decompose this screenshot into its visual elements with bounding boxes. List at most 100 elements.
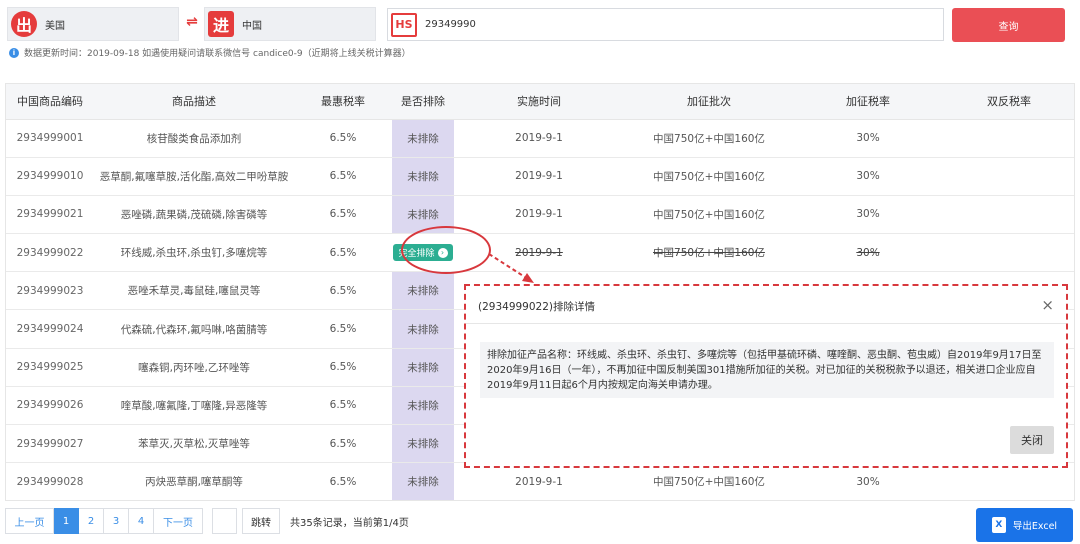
cell-mfn: 6.5% [294,119,392,158]
page-1-button[interactable]: 1 [54,508,79,534]
query-button[interactable]: 查询 [952,8,1065,42]
cell-code: 2934999024 [6,309,94,349]
cell-desc: 环线威,杀虫环,杀虫钉,多噻烷等 [94,233,294,273]
info-icon: i [9,47,19,58]
notice-text: 数据更新时间：2019-09-18 如遇使用疑问请联系微信号 candice0-… [24,49,411,59]
table-row: 2934999010 恶草酮,氟噻草胺,活化酯,高效二甲吩草胺 6.5% 未排除… [6,157,1074,196]
cell-date: 2019-9-1 [454,157,624,196]
cell-excluded: 未排除 [392,424,454,464]
cell-rate: 30% [794,195,942,235]
cell-code: 2934999025 [6,348,94,387]
page-4-button[interactable]: 4 [129,508,154,534]
cell-desc: 丙炔恶草酮,噻草酮等 [94,462,294,500]
page-3-button[interactable]: 3 [104,508,129,534]
cell-date: 2019-9-1 [454,119,624,158]
prev-page-button[interactable]: 上一页 [5,508,54,534]
table-header-row: 中国商品编码 商品描述 最惠税率 是否排除 实施时间 加征批次 加征税率 双反税… [6,84,1074,120]
table-row: 2934999028 丙炔恶草酮,噻草酮等 6.5% 未排除 2019-9-1 … [6,462,1074,500]
cell-excluded: 未排除 [392,462,454,500]
excel-icon: X [991,517,1006,533]
cell-rate: 30% [794,462,942,500]
cell-batch: 中国750亿+中国160亿 [624,157,794,196]
cell-excluded: 未排除 [392,119,454,158]
cell-code: 2934999023 [6,271,94,311]
cell-excluded: 未排除 [392,386,454,426]
cell-ad [942,462,1074,500]
cell-mfn: 6.5% [294,348,392,387]
col-header: 双反税率 [942,84,1074,120]
cell-date: 2019-9-1 [454,195,624,235]
import-badge-icon: 进 [208,11,234,37]
hs-icon: HS [391,12,417,37]
cell-ad [942,119,1074,158]
col-header: 是否排除 [392,84,454,120]
export-excel-button[interactable]: X 导出Excel [976,508,1073,542]
cell-batch: 中国750亿+中国160亿 [624,195,794,235]
col-header: 加征税率 [794,84,942,120]
col-header: 加征批次 [624,84,794,120]
exclusion-detail-modal: (2934999022)排除详情 × 排除加征产品名称：环线威、杀虫环、杀虫钉、… [464,284,1068,468]
next-page-button[interactable]: 下一页 [154,508,203,534]
import-country-select[interactable]: 进 中国 [204,7,376,41]
export-badge-icon: 出 [11,11,37,37]
hs-code-field: HS [387,8,944,41]
cell-batch: 中国750亿+中国160亿 [624,233,794,273]
jump-button[interactable]: 跳转 [242,508,280,534]
export-country-select[interactable]: 出 美国 [7,7,179,41]
hs-code-input[interactable] [425,19,905,30]
table-row: 2934999021 恶唑磷,蔬果磷,茂硫磷,除害磷等 6.5% 未排除 201… [6,195,1074,235]
cell-excluded: 未排除 [392,157,454,196]
cell-code: 2934999010 [6,157,94,196]
page-jump-input[interactable] [212,508,237,534]
cell-mfn: 6.5% [294,424,392,464]
cell-mfn: 6.5% [294,157,392,196]
cell-excluded: 未排除 [392,348,454,387]
cell-rate: 30% [794,119,942,158]
cell-rate: 30% [794,157,942,196]
cell-code: 2934999001 [6,119,94,158]
cell-mfn: 6.5% [294,462,392,500]
table-row: 2934999022 环线威,杀虫环,杀虫钉,多噻烷等 6.5% 完全排除 › … [6,233,1074,273]
cell-batch: 中国750亿+中国160亿 [624,462,794,500]
cell-mfn: 6.5% [294,271,392,311]
cell-code: 2934999028 [6,462,94,500]
cell-rate: 30% [794,233,942,273]
export-country-label: 美国 [45,20,65,32]
pagination: 上一页 1 2 3 4 下一页 跳转 共35条记录，当前第1/4页 [5,508,409,534]
search-bar: 出 美国 ⇌ 进 中国 HS 查询 [0,0,1080,44]
modal-divider [466,323,1066,324]
col-header: 商品描述 [94,84,294,120]
cell-date: 2019-9-1 [454,462,624,500]
close-button[interactable]: 关闭 [1010,426,1054,454]
cell-desc: 核苷酸类食品添加剂 [94,119,294,158]
cell-mfn: 6.5% [294,233,392,273]
cell-excluded: 未排除 [392,271,454,311]
cell-desc: 恶唑磷,蔬果磷,茂硫磷,除害磷等 [94,195,294,235]
cell-code: 2934999022 [6,233,94,273]
col-header: 实施时间 [454,84,624,120]
table-row: 2934999001 核苷酸类食品添加剂 6.5% 未排除 2019-9-1 中… [6,119,1074,158]
cell-desc: 喹草酸,噻氟隆,丁噻隆,异恶隆等 [94,386,294,426]
page-2-button[interactable]: 2 [79,508,104,534]
cell-mfn: 6.5% [294,309,392,349]
highlight-ellipse [401,226,491,274]
col-header: 最惠税率 [294,84,392,120]
total-records-text: 共35条记录，当前第1/4页 [290,517,409,529]
modal-body-text: 排除加征产品名称：环线威、杀虫环、杀虫钉、多噻烷等（包括甲基硫环磷、噻喹酮、恶虫… [480,342,1054,398]
cell-ad [942,233,1074,273]
cell-desc: 代森硫,代森环,氟吗啉,咯菌腈等 [94,309,294,349]
cell-mfn: 6.5% [294,386,392,426]
modal-title: (2934999022)排除详情 [478,301,595,313]
cell-desc: 苯草灭,灭草松,灭草唑等 [94,424,294,464]
cell-desc: 噻森铜,丙环唑,乙环唑等 [94,348,294,387]
cell-mfn: 6.5% [294,195,392,235]
col-header: 中国商品编码 [6,84,94,120]
cell-ad [942,157,1074,196]
cell-code: 2934999027 [6,424,94,464]
cell-excluded: 未排除 [392,309,454,349]
close-icon[interactable]: × [1041,296,1054,314]
swap-icon[interactable]: ⇌ [183,13,201,31]
cell-batch: 中国750亿+中国160亿 [624,119,794,158]
cell-desc: 恶草酮,氟噻草胺,活化酯,高效二甲吩草胺 [94,157,294,196]
export-label: 导出Excel [1012,521,1058,532]
